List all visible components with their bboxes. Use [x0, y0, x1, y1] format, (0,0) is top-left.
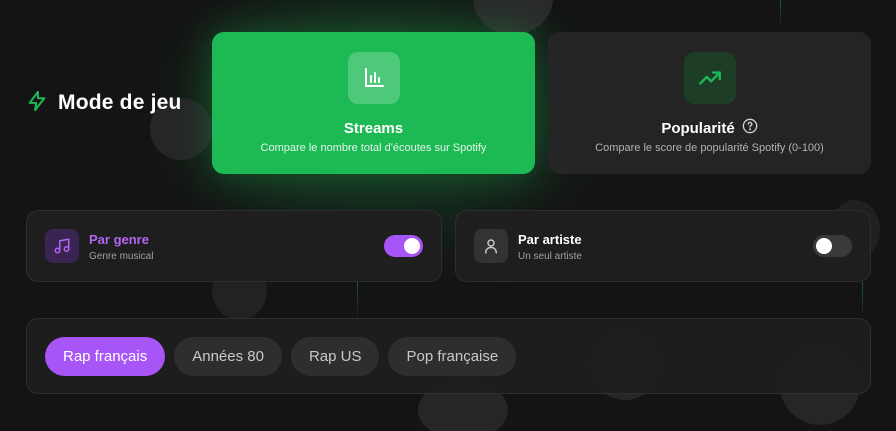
genre-chip-annees-80[interactable]: Années 80 — [174, 337, 282, 376]
mode-name-row: Popularité — [661, 118, 758, 138]
mode-description: Compare le nombre total d'écoutes sur Sp… — [260, 142, 487, 154]
genre-toggle[interactable] — [384, 235, 423, 257]
lightning-icon — [26, 90, 48, 117]
help-circle-icon[interactable] — [742, 118, 758, 138]
mode-card-streams[interactable]: Streams Compare le nombre total d'écoute… — [212, 32, 535, 174]
filter-label: Par artiste — [518, 232, 582, 247]
artist-toggle[interactable] — [813, 235, 852, 257]
mode-description: Compare le score de popularité Spotify (… — [595, 142, 824, 154]
genre-chip-rap-us[interactable]: Rap US — [290, 337, 380, 376]
filter-sublabel: Un seul artiste — [518, 251, 582, 262]
genre-chip-rap-francais[interactable]: Rap français — [45, 337, 166, 376]
filter-label: Par genre — [89, 232, 149, 247]
user-icon — [474, 229, 508, 263]
music-note-icon — [45, 229, 79, 263]
genre-selector: Rap français Années 80 Rap US Pop frança… — [26, 318, 871, 394]
genre-chip-pop-francaise[interactable]: Pop française — [388, 337, 517, 376]
filter-sublabel: Genre musical — [89, 251, 154, 262]
toggle-knob — [816, 238, 832, 254]
toggle-knob — [404, 238, 420, 254]
genre-chip-row: Rap français Années 80 Rap US Pop frança… — [45, 337, 517, 376]
filter-card-artist: Par artiste Un seul artiste — [455, 210, 871, 282]
mode-section-header: Mode de jeu — [26, 88, 182, 118]
page-title: Mode de jeu — [58, 91, 182, 114]
mode-name: Streams — [343, 119, 404, 137]
trending-up-icon — [683, 52, 736, 104]
mode-name: Popularité — [661, 119, 735, 137]
mode-card-popularity[interactable]: Popularité Compare le score de popularit… — [548, 32, 871, 174]
filter-card-genre: Par genre Genre musical — [26, 210, 442, 282]
bar-chart-icon — [347, 52, 400, 104]
